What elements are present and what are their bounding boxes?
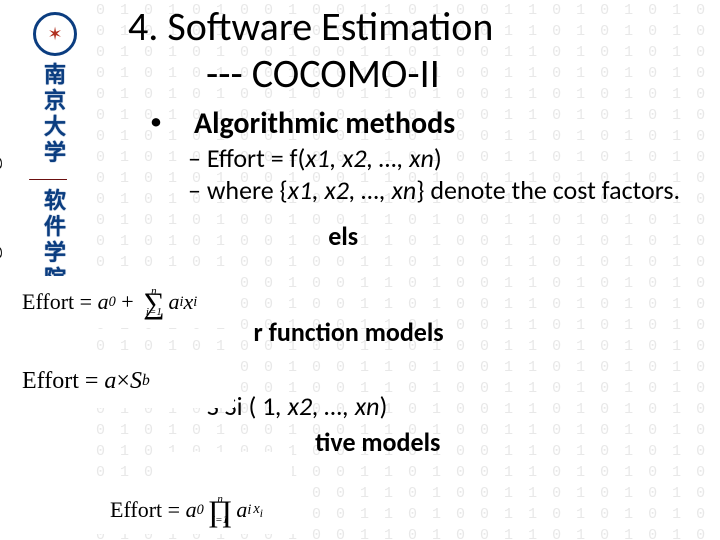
sigma-icon: n ∑ i=1 bbox=[141, 287, 166, 317]
sidebar-cn-line1: 南 京 大 学 bbox=[28, 62, 82, 166]
cn-char: 南 bbox=[44, 62, 66, 88]
equation-power: Effort = a×Sb bbox=[8, 354, 234, 408]
bullet-effort-fn: – Effort = f(x1, x2, …, xn) bbox=[188, 142, 696, 174]
eq4-a0: a bbox=[186, 497, 197, 523]
cn-char: 件 bbox=[44, 214, 66, 240]
bullet-where: – where {x1, x2, …, xn} denote the cost … bbox=[188, 174, 696, 206]
eq1-xi-sub: i bbox=[193, 294, 197, 311]
cn-char: 京 bbox=[44, 88, 66, 114]
effort-prefix: – Effort = f( bbox=[188, 142, 305, 174]
cn-char: 学 bbox=[44, 240, 66, 266]
equation-multiplicative: Effort = a0 n ∏ i=1 aixi bbox=[96, 486, 302, 534]
left-sidebar: ✶ 南 京 大 学 ⸻ 软 件 学 院 Software Engineering bbox=[0, 0, 96, 540]
eq1-lhs: Effort bbox=[22, 289, 74, 315]
eq2-lhs: Effort bbox=[22, 368, 79, 395]
eq2-b: b bbox=[142, 372, 150, 390]
mult-head-text: tive models bbox=[315, 426, 440, 458]
size-args: , x2, …, xn bbox=[275, 390, 379, 422]
linear-models-heading-fragment: – Linear models bbox=[188, 220, 696, 252]
cn-char: 学 bbox=[44, 140, 66, 166]
title-line1: 4. Software Estimation bbox=[128, 2, 696, 51]
bullet-level1: • Algorithmic methods bbox=[150, 105, 696, 142]
size-suffix: ) bbox=[380, 390, 388, 422]
eq4-xi-sub: i bbox=[260, 507, 263, 519]
size-line-fragment: – S Si ( 1, x2, …, xn) bbox=[188, 390, 696, 422]
where-args: x1, x2, …, xn bbox=[288, 174, 417, 206]
methods-heading: Algorithmic methods bbox=[194, 105, 455, 142]
effort-suffix: ) bbox=[434, 142, 442, 174]
product-icon: n ∏ i=1 bbox=[206, 495, 235, 525]
sidebar-separator-icon: ⸻ bbox=[28, 170, 68, 184]
equation-linear: Effort = a0 + n ∑ i=1 ai xi bbox=[8, 276, 230, 328]
linear-head-text: els bbox=[328, 220, 358, 252]
university-seal-icon: ✶ bbox=[33, 12, 77, 56]
eq1-ai: a bbox=[169, 289, 180, 315]
power-models-heading-fragment: – Powr function models bbox=[188, 316, 696, 348]
sidebar-vertical-title: Software Engineering bbox=[0, 156, 4, 393]
eq4-lhs: Effort bbox=[110, 497, 162, 523]
cn-char: 软 bbox=[44, 188, 66, 214]
eq1-xi: x bbox=[184, 289, 194, 315]
eq4-ai: a bbox=[236, 497, 247, 523]
eq2-S: S bbox=[130, 368, 142, 395]
eq4-a0-sub: 0 bbox=[197, 502, 204, 519]
where-prefix: – where { bbox=[188, 174, 288, 206]
cn-char: 大 bbox=[44, 114, 66, 140]
bullet-dot-icon: • bbox=[150, 105, 162, 142]
slide-title: 4. Software Estimation --- COCOMO-II bbox=[128, 2, 696, 98]
power-head-text: r function models bbox=[254, 316, 444, 348]
eq1-a0: a bbox=[98, 289, 109, 315]
eq1-a0-sub: 0 bbox=[109, 294, 116, 311]
equation-size-overlay bbox=[156, 452, 292, 480]
title-line2: --- COCOMO-II bbox=[206, 49, 696, 98]
eq4-ai-sub: i bbox=[247, 502, 251, 519]
effort-args: x1, x2, …, xn bbox=[305, 142, 434, 174]
where-suffix: } denote the cost factors. bbox=[416, 174, 680, 206]
eq2-a: a bbox=[104, 368, 116, 395]
